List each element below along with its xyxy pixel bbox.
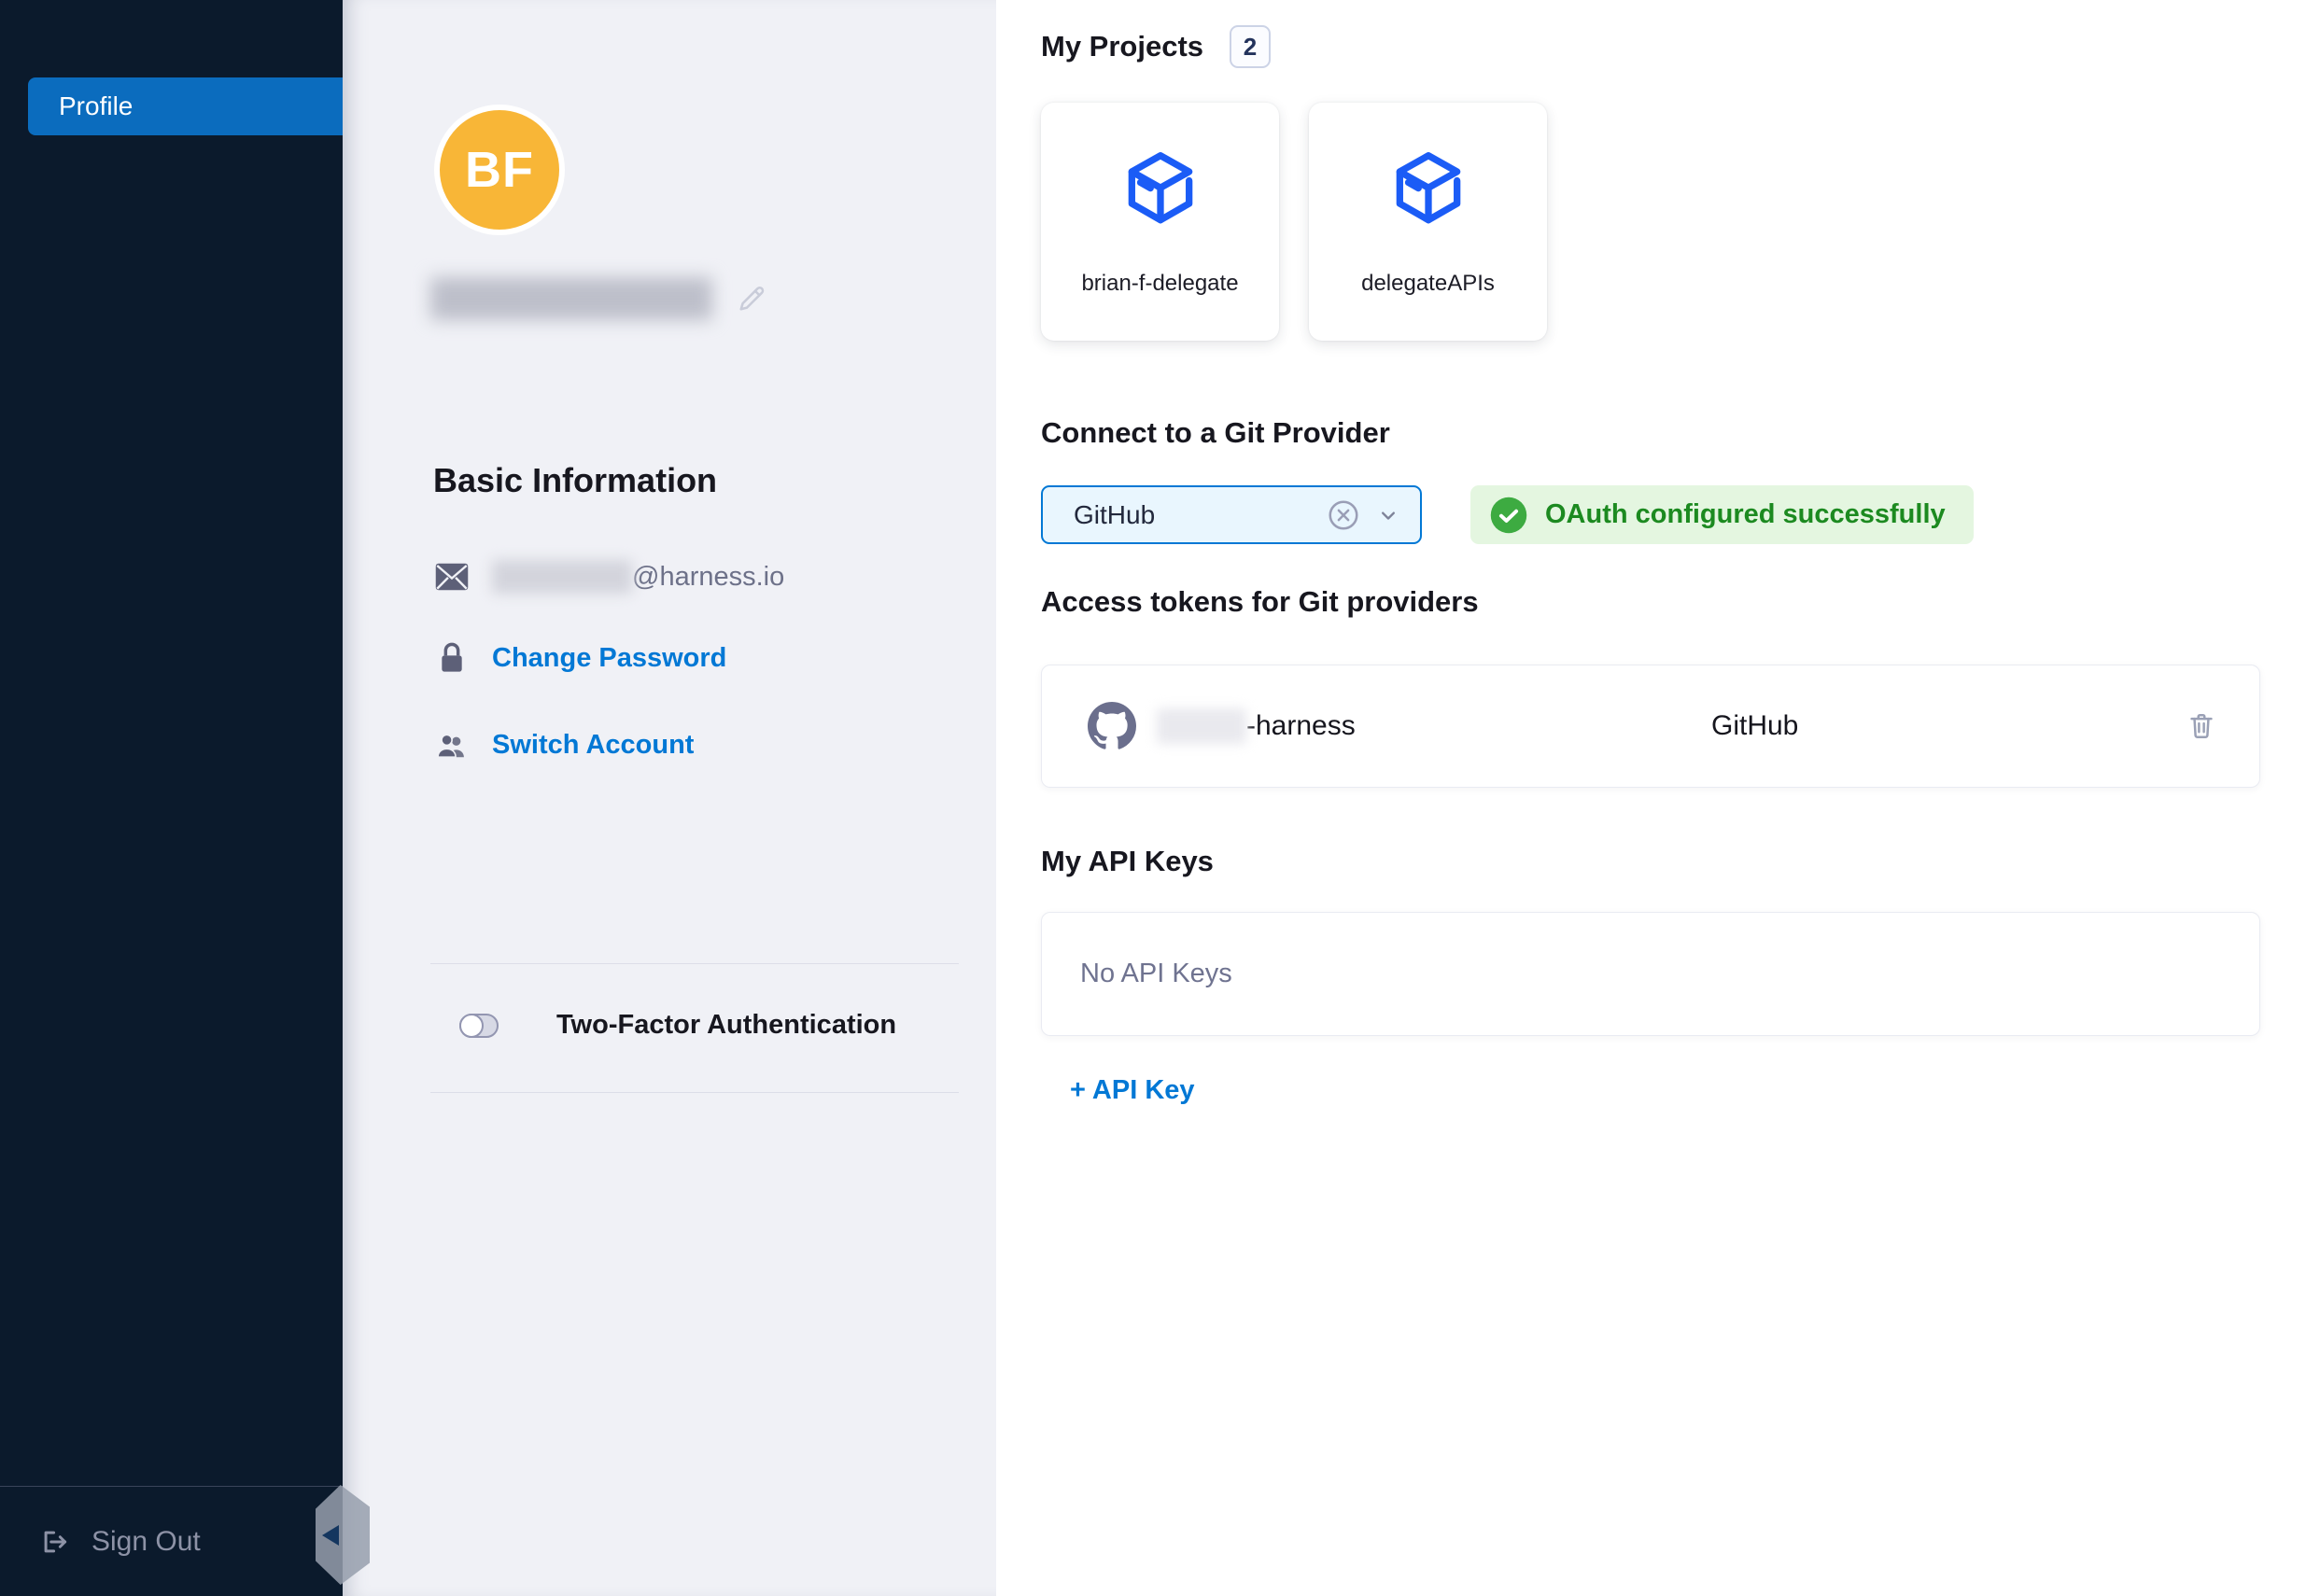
sign-out-label: Sign Out bbox=[91, 1526, 201, 1558]
mail-icon bbox=[434, 563, 470, 591]
user-name-redacted bbox=[430, 277, 712, 320]
two-factor-toggle[interactable] bbox=[459, 1014, 499, 1038]
two-factor-row: Two-Factor Authentication bbox=[459, 1010, 896, 1041]
github-logo-icon bbox=[1088, 702, 1136, 750]
sidebar-item-profile-label: Profile bbox=[59, 91, 133, 121]
token-username-suffix: -harness bbox=[1246, 710, 1356, 742]
project-cube-icon bbox=[1118, 146, 1203, 231]
add-api-key-button[interactable]: + API Key bbox=[1070, 1075, 1195, 1106]
divider bbox=[430, 1092, 959, 1093]
basic-information-title: Basic Information bbox=[433, 461, 717, 500]
edit-name-icon[interactable] bbox=[735, 282, 768, 315]
switch-account-link[interactable]: Switch Account bbox=[492, 730, 694, 761]
check-circle-icon bbox=[1489, 496, 1528, 535]
project-cube-icon bbox=[1385, 146, 1471, 231]
profile-panel: BF Basic Information bbox=[343, 0, 996, 1596]
delete-token-button[interactable] bbox=[2186, 710, 2216, 742]
two-factor-label: Two-Factor Authentication bbox=[556, 1010, 896, 1041]
change-password-row: Change Password bbox=[434, 640, 726, 676]
collapse-left-icon bbox=[322, 1525, 339, 1546]
avatar: BF bbox=[434, 105, 565, 235]
oauth-status-badge: OAuth configured successfully bbox=[1470, 485, 1974, 544]
git-provider-title: Connect to a Git Provider bbox=[1041, 416, 1390, 450]
git-provider-selected-value: GitHub bbox=[1074, 500, 1327, 530]
api-keys-empty-card: No API Keys bbox=[1041, 912, 2260, 1036]
sign-out-icon bbox=[39, 1526, 71, 1558]
project-count-badge: 2 bbox=[1230, 25, 1271, 68]
users-icon bbox=[434, 731, 470, 761]
token-provider: GitHub bbox=[1711, 665, 1798, 787]
git-provider-select[interactable]: GitHub bbox=[1041, 485, 1422, 544]
email-domain: @harness.io bbox=[632, 562, 784, 593]
my-projects-header: My Projects 2 bbox=[1041, 25, 1271, 68]
sidebar: Profile Sign Out bbox=[0, 0, 343, 1596]
project-name: delegateAPIs bbox=[1361, 271, 1495, 297]
main-content: My Projects 2 brian-f-delegate bbox=[996, 0, 2306, 1596]
project-card[interactable]: delegateAPIs bbox=[1309, 103, 1547, 341]
email-local-part-redacted bbox=[492, 560, 632, 594]
api-keys-empty-text: No API Keys bbox=[1080, 959, 1232, 989]
token-username-redacted bbox=[1157, 708, 1246, 744]
email-row: @harness.io bbox=[434, 560, 784, 594]
my-projects-title: My Projects bbox=[1041, 30, 1203, 63]
avatar-initials: BF bbox=[465, 141, 534, 199]
api-keys-title: My API Keys bbox=[1041, 845, 1214, 878]
access-tokens-title: Access tokens for Git providers bbox=[1041, 585, 1479, 619]
change-password-link[interactable]: Change Password bbox=[492, 643, 726, 674]
lock-icon bbox=[434, 640, 470, 676]
divider bbox=[430, 963, 959, 964]
toggle-knob bbox=[459, 1014, 484, 1038]
project-card[interactable]: brian-f-delegate bbox=[1041, 103, 1279, 341]
git-provider-row: GitHub bbox=[1041, 485, 1974, 544]
token-username: -harness bbox=[1157, 665, 1356, 787]
oauth-status-text: OAuth configured successfully bbox=[1545, 499, 1946, 530]
chevron-down-icon[interactable] bbox=[1375, 502, 1401, 528]
project-name: brian-f-delegate bbox=[1081, 271, 1238, 297]
sidebar-footer: Sign Out bbox=[0, 1486, 343, 1596]
user-profile-page: Profile Sign Out BF bbox=[0, 0, 2306, 1596]
clear-selection-icon[interactable] bbox=[1327, 498, 1360, 532]
sign-out-button[interactable]: Sign Out bbox=[39, 1526, 201, 1558]
project-cards: brian-f-delegate delegateAPIs bbox=[1041, 103, 1547, 341]
sidebar-item-profile[interactable]: Profile bbox=[28, 77, 343, 135]
access-token-card: -harness GitHub bbox=[1041, 665, 2260, 788]
switch-account-row: Switch Account bbox=[434, 730, 694, 761]
trash-icon bbox=[2186, 731, 2216, 745]
user-name-row bbox=[430, 277, 768, 320]
